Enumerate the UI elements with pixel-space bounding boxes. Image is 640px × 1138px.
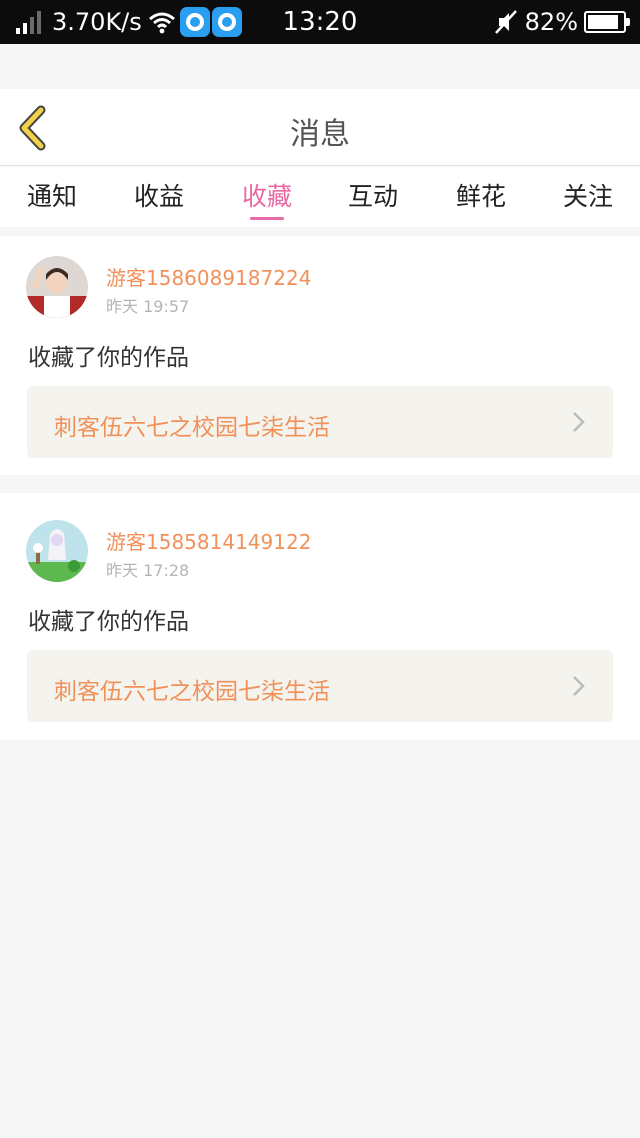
battery-percent: 82% (524, 8, 578, 36)
tab-following[interactable]: 关注 (533, 177, 640, 213)
tab-bar: 通知 收益 收藏 互动 鲜花 关注 (0, 167, 640, 227)
tab-interactions[interactable]: 互动 (318, 177, 428, 213)
message-card: 游客1585814149122 昨天 17:28 收藏了你的作品 刺客伍六七之校… (0, 493, 640, 740)
work-title: 刺客伍六七之校园七柒生活 (54, 679, 330, 705)
avatar[interactable] (26, 256, 88, 318)
active-tab-indicator (250, 217, 284, 220)
username[interactable]: 游客1586089187224 (106, 262, 311, 291)
message-card: 游客1586089187224 昨天 19:57 收藏了你的作品 刺客伍六七之校… (0, 236, 640, 475)
page-header: 消息 (0, 89, 640, 166)
battery-icon (584, 11, 630, 33)
status-bar: 3.70K/s 13:20 82% (0, 0, 640, 44)
work-title: 刺客伍六七之校园七柒生活 (54, 415, 330, 441)
tab-earnings[interactable]: 收益 (104, 177, 214, 213)
tab-favorites[interactable]: 收藏 (212, 177, 322, 213)
chevron-right-icon (573, 676, 585, 696)
message-time: 昨天 19:57 (106, 297, 190, 316)
username[interactable]: 游客1585814149122 (106, 526, 311, 555)
mute-icon (494, 10, 517, 34)
tab-flowers[interactable]: 鲜花 (426, 177, 536, 213)
page-title: 消息 (290, 117, 350, 152)
tab-notifications[interactable]: 通知 (0, 177, 107, 213)
message-time: 昨天 17:28 (106, 561, 190, 580)
status-right: 82% (493, 7, 630, 37)
chevron-right-icon (573, 412, 585, 432)
work-link[interactable]: 刺客伍六七之校园七柒生活 (27, 386, 613, 458)
message-action: 收藏了你的作品 (28, 345, 189, 371)
message-action: 收藏了你的作品 (28, 609, 189, 635)
avatar[interactable] (26, 520, 88, 582)
work-link[interactable]: 刺客伍六七之校园七柒生活 (27, 650, 613, 722)
